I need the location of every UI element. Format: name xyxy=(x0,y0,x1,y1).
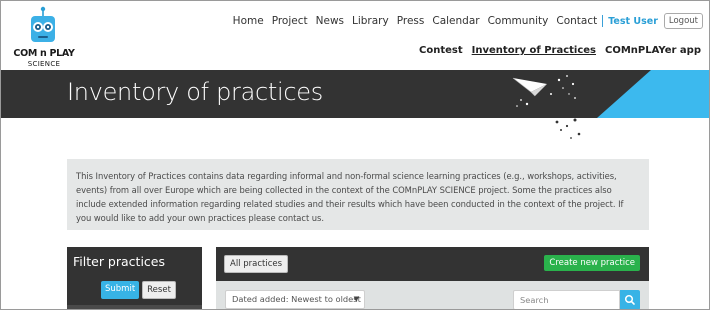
nav-calendar[interactable]: Calendar xyxy=(432,15,479,27)
paper-plane-icon xyxy=(512,75,581,139)
top-navigation: Home Project News Library Press Calendar… xyxy=(225,11,703,31)
nav-library[interactable]: Library xyxy=(352,15,389,27)
filter-actions: Submit Reset xyxy=(101,281,176,299)
intro-text: This Inventory of Practices contains dat… xyxy=(76,171,624,223)
subnav-comnplayer-app[interactable]: COMnPLAYer app xyxy=(605,45,701,56)
sub-navigation: Contest Inventory of Practices COMnPLAYe… xyxy=(410,45,701,56)
nav-divider xyxy=(602,15,604,27)
logo-text-main: COM n PLAY xyxy=(13,48,75,59)
filter-section-divider xyxy=(67,305,202,309)
nav-press[interactable]: Press xyxy=(397,15,425,27)
reset-button[interactable]: Reset xyxy=(142,281,176,299)
site-logo[interactable]: COM n PLAY SCIENCE xyxy=(11,6,77,68)
nav-community[interactable]: Community xyxy=(488,15,549,27)
create-new-practice-button[interactable]: Create new practice xyxy=(544,255,640,271)
subnav-inventory-of-practices[interactable]: Inventory of Practices xyxy=(472,45,596,56)
submit-button[interactable]: Submit xyxy=(101,281,140,299)
search-input[interactable]: Search xyxy=(513,290,620,309)
logo-text-sub: SCIENCE xyxy=(27,60,61,68)
all-practices-button[interactable]: All practices xyxy=(224,255,289,273)
intro-box: This Inventory of Practices contains dat… xyxy=(67,159,649,230)
sort-select[interactable]: Dated added: Newest to oldest ▼ xyxy=(225,290,365,309)
chevron-down-icon: ▼ xyxy=(353,295,359,303)
search-button[interactable] xyxy=(620,290,640,309)
search-icon xyxy=(624,294,635,305)
page: COM n PLAY SCIENCE Home Project News Lib… xyxy=(0,0,710,310)
practices-controls: Dated added: Newest to oldest ▼ Search xyxy=(216,281,649,309)
sort-select-value: Dated added: Newest to oldest xyxy=(232,294,361,304)
nav-news[interactable]: News xyxy=(316,15,344,27)
filter-title: Filter practices xyxy=(73,254,165,269)
user-name-link[interactable]: Test User xyxy=(608,16,658,27)
logout-button[interactable]: Logout xyxy=(663,13,703,29)
practices-toolbar: All practices Create new practice xyxy=(216,247,649,281)
nav-contact[interactable]: Contact xyxy=(556,15,597,27)
subnav-contest[interactable]: Contest xyxy=(419,45,463,56)
filter-panel: Filter practices Submit Reset xyxy=(67,247,202,309)
nav-home[interactable]: Home xyxy=(233,15,264,27)
page-title: Inventory of practices xyxy=(67,78,323,106)
robot-logo-icon xyxy=(31,6,55,42)
nav-project[interactable]: Project xyxy=(272,15,308,27)
